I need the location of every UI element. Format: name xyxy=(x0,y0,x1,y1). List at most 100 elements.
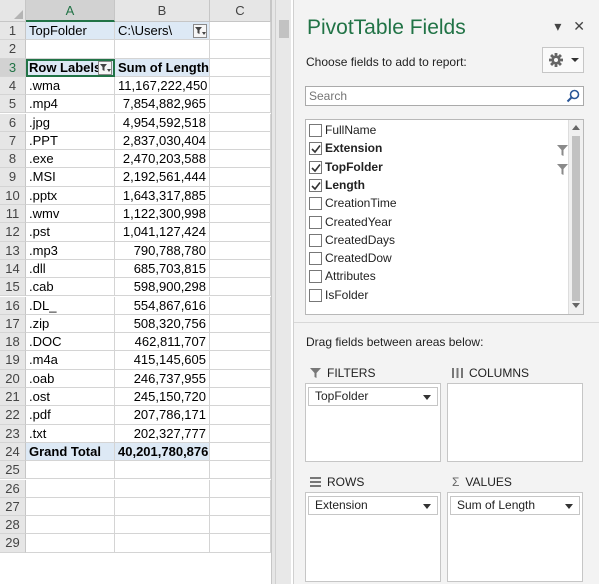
field-item-length[interactable]: Length xyxy=(306,177,568,195)
cell-a[interactable] xyxy=(26,497,115,517)
field-list-scrollbar[interactable] xyxy=(568,120,583,314)
cell-c[interactable] xyxy=(210,406,271,425)
value-cell[interactable]: 1,041,127,424 xyxy=(115,223,210,242)
value-cell[interactable]: 246,737,955 xyxy=(115,369,210,388)
row-label-cell[interactable]: .DL_ xyxy=(26,296,115,315)
cell-c[interactable] xyxy=(210,58,271,77)
rows-area[interactable]: Extension xyxy=(305,492,441,582)
value-cell[interactable]: 598,900,298 xyxy=(115,278,210,297)
row-label-cell[interactable]: .oab xyxy=(26,369,115,388)
row-number[interactable]: 16 xyxy=(0,296,26,315)
cell-c[interactable] xyxy=(210,22,271,41)
field-item-isfolder[interactable]: IsFolder xyxy=(306,287,568,305)
row-label-cell[interactable]: .pptx xyxy=(26,186,115,205)
row-number[interactable]: 20 xyxy=(0,369,26,388)
grand-total-label[interactable]: Grand Total xyxy=(26,442,115,462)
checkbox-icon[interactable] xyxy=(309,252,322,266)
cell-b[interactable] xyxy=(115,461,210,480)
row-number[interactable]: 5 xyxy=(0,95,26,114)
values-area[interactable]: Sum of Length xyxy=(447,492,583,582)
values-item-sum-of-length[interactable]: Sum of Length xyxy=(450,496,580,515)
report-filter-value[interactable]: C:\Users\ xyxy=(115,22,210,41)
checkbox-icon[interactable] xyxy=(309,288,322,302)
row-number[interactable]: 26 xyxy=(0,479,26,498)
filters-item-topfolder[interactable]: TopFolder xyxy=(308,387,438,406)
row-number[interactable]: 1 xyxy=(0,22,26,41)
checkbox-icon[interactable] xyxy=(309,270,322,284)
select-all-corner[interactable] xyxy=(0,0,26,22)
cell-c[interactable] xyxy=(210,516,271,535)
row-number[interactable]: 24 xyxy=(0,442,26,462)
field-item-topfolder[interactable]: TopFolder xyxy=(306,159,568,177)
value-cell[interactable]: 554,867,616 xyxy=(115,296,210,315)
chevron-down-icon[interactable] xyxy=(565,504,573,509)
cell-c[interactable] xyxy=(210,333,271,352)
row-label-cell[interactable]: .m4a xyxy=(26,351,115,370)
cell-c[interactable] xyxy=(210,205,271,224)
value-cell[interactable]: 2,192,561,444 xyxy=(115,168,210,187)
cell-c[interactable] xyxy=(210,314,271,334)
row-number[interactable]: 19 xyxy=(0,351,26,370)
cell-a[interactable] xyxy=(26,516,115,535)
value-cell[interactable]: 790,788,780 xyxy=(115,241,210,260)
cell-c[interactable] xyxy=(210,278,271,297)
row-number[interactable]: 25 xyxy=(0,461,26,480)
row-number[interactable]: 8 xyxy=(0,150,26,169)
columns-area[interactable] xyxy=(447,383,583,462)
row-number[interactable]: 22 xyxy=(0,406,26,425)
row-number[interactable]: 17 xyxy=(0,314,26,334)
cell-c[interactable] xyxy=(210,223,271,242)
row-number[interactable]: 9 xyxy=(0,168,26,187)
row-number[interactable]: 15 xyxy=(0,278,26,297)
sheet-vertical-scrollbar[interactable] xyxy=(275,0,291,584)
row-label-cell[interactable]: .pdf xyxy=(26,406,115,425)
cell-c[interactable] xyxy=(210,351,271,370)
row-number[interactable]: 28 xyxy=(0,516,26,535)
chevron-down-icon[interactable] xyxy=(423,395,431,400)
row-number[interactable]: 7 xyxy=(0,131,26,151)
value-cell[interactable]: 245,150,720 xyxy=(115,388,210,407)
cell-c[interactable] xyxy=(210,369,271,388)
cell-c[interactable] xyxy=(210,150,271,169)
row-label-cell[interactable]: .ost xyxy=(26,388,115,407)
filter-icon[interactable] xyxy=(193,24,207,38)
row-number[interactable]: 11 xyxy=(0,205,26,224)
filter-icon[interactable] xyxy=(98,60,112,75)
cell-c[interactable] xyxy=(210,388,271,407)
chevron-down-icon[interactable] xyxy=(423,504,431,509)
checkbox-icon[interactable] xyxy=(309,178,322,192)
field-search-box[interactable] xyxy=(305,86,584,106)
row-label-cell[interactable]: .cab xyxy=(26,278,115,297)
spreadsheet-grid[interactable]: A B C 1 TopFolder C:\Users\ 2 3 Row Labels Sum… xyxy=(0,0,271,584)
scroll-thumb[interactable] xyxy=(279,20,289,38)
cell-b[interactable] xyxy=(115,40,210,59)
dropdown-icon[interactable]: ▾ xyxy=(554,18,561,34)
value-cell[interactable]: 1,122,300,998 xyxy=(115,205,210,224)
value-cell[interactable]: 2,470,203,588 xyxy=(115,150,210,169)
field-item-creationtime[interactable]: CreationTime xyxy=(306,195,568,213)
rows-item-extension[interactable]: Extension xyxy=(308,496,438,515)
search-input[interactable] xyxy=(306,87,551,105)
value-cell[interactable]: 508,320,756 xyxy=(115,314,210,334)
close-icon[interactable]: ✕ xyxy=(573,18,585,34)
row-number[interactable]: 3 xyxy=(0,58,26,77)
row-label-cell[interactable]: .mp3 xyxy=(26,241,115,260)
value-cell[interactable]: 2,837,030,404 xyxy=(115,131,210,151)
row-number[interactable]: 6 xyxy=(0,113,26,132)
grand-total-value[interactable]: 40,201,780,876 xyxy=(115,442,210,462)
tools-button[interactable] xyxy=(542,47,584,73)
row-label-cell[interactable]: .DOC xyxy=(26,333,115,352)
field-item-createddow[interactable]: CreatedDow xyxy=(306,250,568,268)
cell-c[interactable] xyxy=(210,259,271,279)
cell-b[interactable] xyxy=(115,534,210,553)
checkbox-icon[interactable] xyxy=(309,160,322,174)
cell-a[interactable] xyxy=(26,461,115,480)
column-header-b[interactable]: B xyxy=(115,0,210,22)
row-number[interactable]: 27 xyxy=(0,497,26,517)
scroll-thumb[interactable] xyxy=(572,136,580,301)
field-item-createdyear[interactable]: CreatedYear xyxy=(306,214,568,232)
cell-c[interactable] xyxy=(210,442,271,462)
cell-b[interactable] xyxy=(115,479,210,498)
filters-area[interactable]: TopFolder xyxy=(305,383,441,462)
row-label-cell[interactable]: .wma xyxy=(26,76,115,96)
